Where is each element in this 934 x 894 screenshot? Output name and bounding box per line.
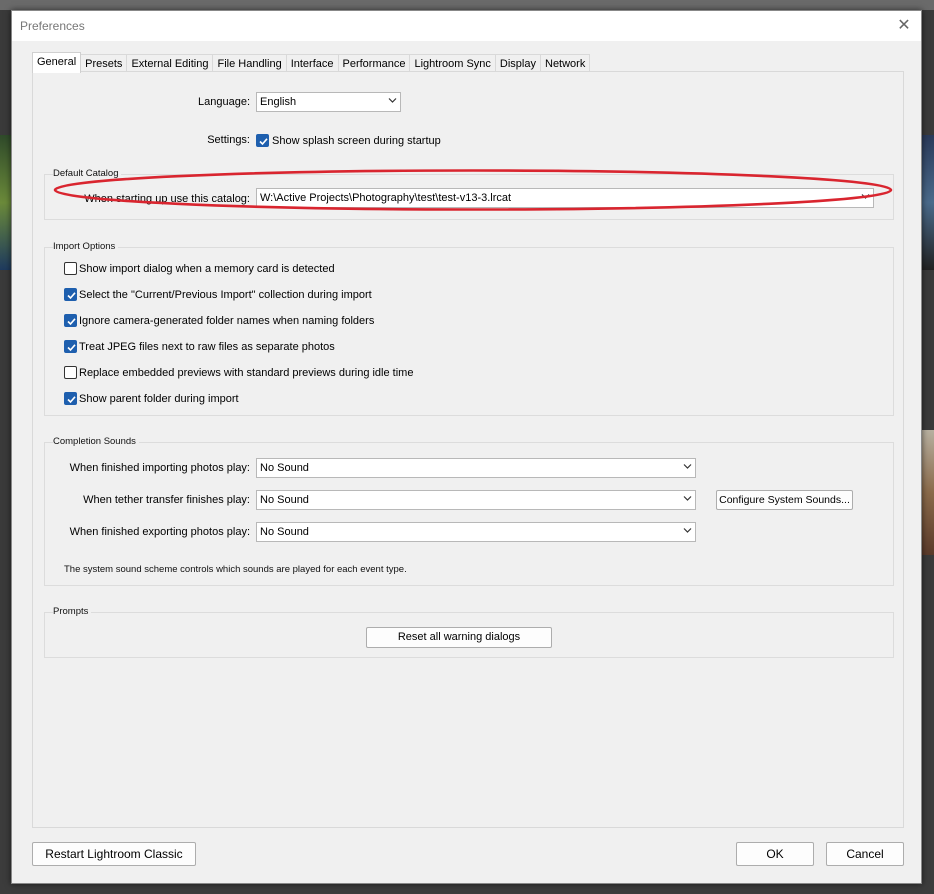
import-option-label: Show parent folder during import — [79, 393, 239, 405]
close-icon: ✕ — [897, 17, 911, 34]
show-parent-folder-checkbox[interactable] — [64, 392, 77, 405]
current-import-checkbox[interactable] — [64, 288, 77, 301]
catalog-select[interactable]: W:\Active Projects\Photography\test\test… — [256, 188, 874, 208]
settings-label: Settings: — [207, 134, 250, 146]
check-icon — [67, 292, 76, 300]
sound-scheme-note: The system sound scheme controls which s… — [64, 564, 407, 575]
ignore-folder-names-checkbox[interactable] — [64, 314, 77, 327]
replace-previews-checkbox[interactable] — [64, 366, 77, 379]
background-photo — [922, 430, 934, 555]
default-catalog-title: Default Catalog — [53, 168, 122, 179]
exporting-sound-value: No Sound — [260, 526, 309, 538]
ok-button[interactable]: OK — [736, 842, 814, 866]
chevron-down-icon — [683, 495, 692, 502]
chevron-down-icon — [388, 97, 397, 104]
exporting-sound-label: When finished exporting photos play: — [69, 526, 250, 538]
check-icon — [67, 344, 76, 352]
splash-label: Show splash screen during startup — [272, 135, 441, 147]
language-value: English — [260, 96, 297, 108]
import-option-label: Ignore camera-generated folder names whe… — [79, 315, 375, 327]
import-option-label: Select the "Current/Previous Import" col… — [79, 289, 372, 301]
catalog-label: When starting up use this catalog: — [84, 193, 250, 205]
tab-general[interactable]: General — [32, 52, 82, 73]
check-icon — [67, 318, 76, 326]
tether-sound-label: When tether transfer finishes play: — [83, 494, 250, 506]
prompts-title: Prompts — [53, 606, 92, 617]
importing-sound-select[interactable]: No Sound — [256, 458, 696, 478]
language-select[interactable]: English — [256, 92, 401, 112]
reset-warning-dialogs-button[interactable]: Reset all warning dialogs — [366, 627, 552, 648]
close-button[interactable]: ✕ — [893, 15, 915, 37]
preferences-dialog: Preferences ✕ General Presets External E… — [11, 10, 922, 884]
restart-lightroom-button[interactable]: Restart Lightroom Classic — [32, 842, 196, 866]
exporting-sound-select[interactable]: No Sound — [256, 522, 696, 542]
tether-sound-value: No Sound — [260, 494, 309, 506]
tether-sound-select[interactable]: No Sound — [256, 490, 696, 510]
general-panel: Language: English Settings: Show splash … — [32, 71, 904, 828]
import-option-label: Show import dialog when a memory card is… — [79, 263, 335, 275]
background-photo — [922, 135, 934, 270]
dialog-title: Preferences — [20, 19, 85, 33]
cancel-button[interactable]: Cancel — [826, 842, 904, 866]
import-dialog-checkbox[interactable] — [64, 262, 77, 275]
check-icon — [259, 138, 268, 146]
splash-checkbox[interactable] — [256, 134, 269, 147]
importing-sound-value: No Sound — [260, 462, 309, 474]
import-option-label: Treat JPEG files next to raw files as se… — [79, 341, 335, 353]
import-option-label: Replace embedded previews with standard … — [79, 367, 414, 379]
background-strip — [0, 0, 934, 10]
importing-sound-label: When finished importing photos play: — [69, 462, 250, 474]
treat-jpeg-checkbox[interactable] — [64, 340, 77, 353]
catalog-value: W:\Active Projects\Photography\test\test… — [260, 192, 512, 204]
chevron-down-icon — [861, 193, 870, 200]
import-options-title: Import Options — [53, 241, 119, 252]
check-icon — [67, 396, 76, 404]
title-bar: Preferences ✕ — [12, 11, 921, 41]
configure-system-sounds-button[interactable]: Configure System Sounds... — [716, 490, 853, 510]
chevron-down-icon — [683, 527, 692, 534]
background-photo — [0, 135, 11, 270]
language-label: Language: — [198, 96, 250, 108]
completion-sounds-title: Completion Sounds — [53, 436, 139, 447]
chevron-down-icon — [683, 463, 692, 470]
tab-bar: General Presets External Editing File Ha… — [32, 52, 591, 73]
